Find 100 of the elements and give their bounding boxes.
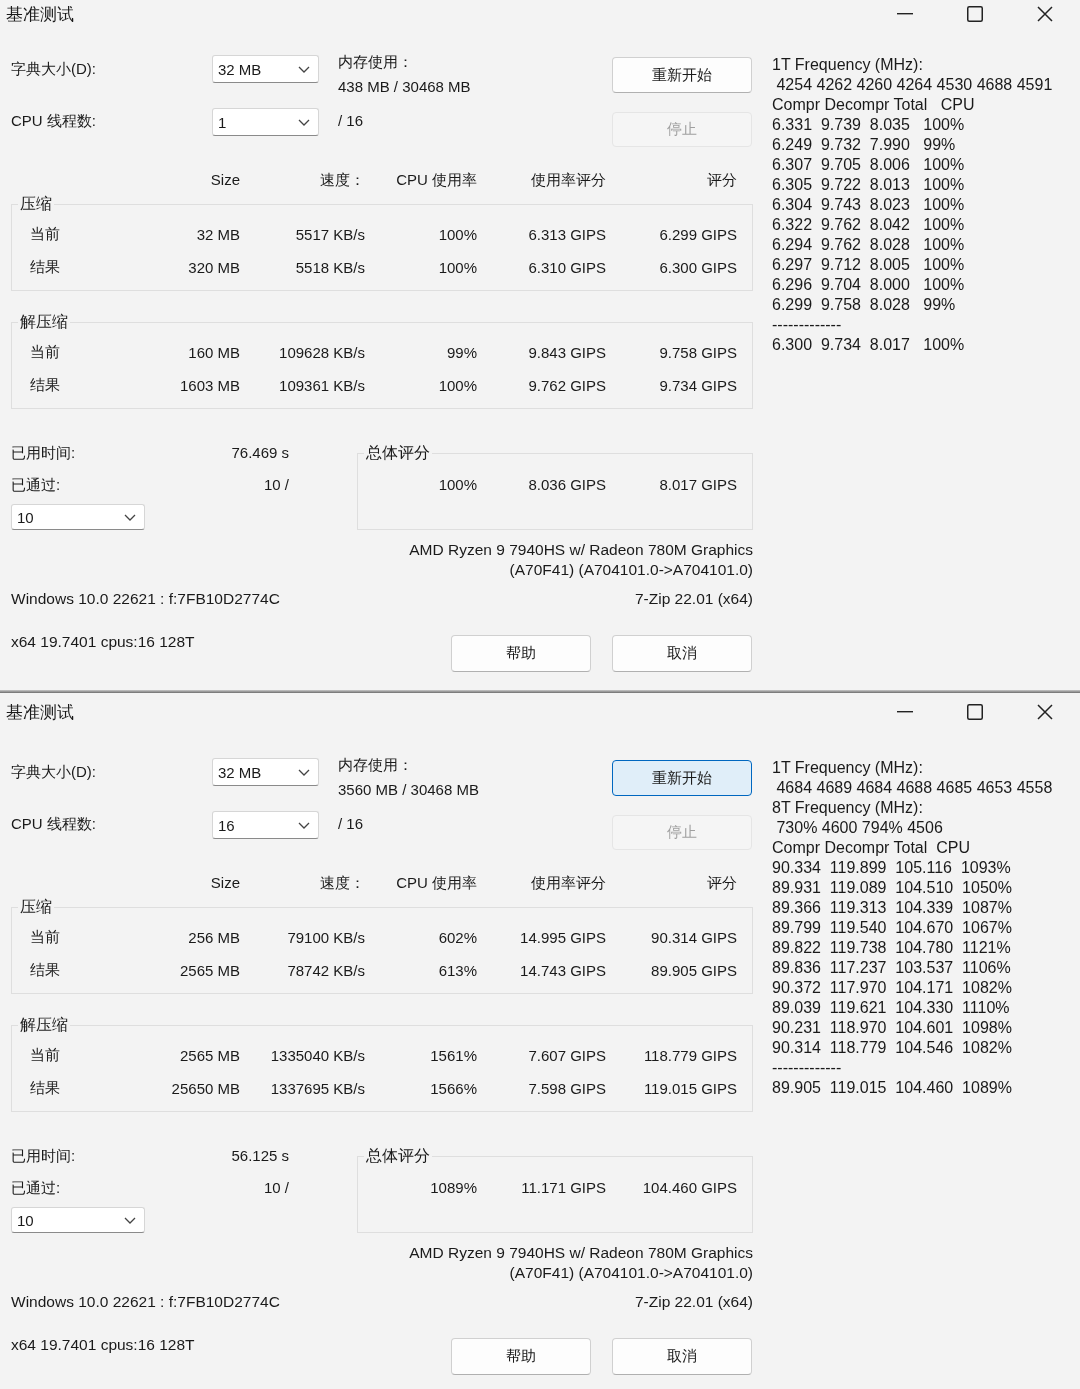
restart-button[interactable]: 重新开始	[612, 760, 752, 796]
table-cell: 1566%	[430, 1080, 477, 1097]
table-cell: 119.015 GIPS	[643, 1080, 737, 1097]
column-header: 速度：	[319, 873, 365, 893]
total-cell: 100%	[438, 476, 477, 493]
table-cell: 32 MB	[196, 226, 240, 243]
table-cell: 100%	[438, 377, 477, 394]
threads-select[interactable]: 1	[212, 108, 319, 136]
table-cell: 25650 MB	[171, 1080, 240, 1097]
table-cell: 5518 KB/s	[295, 259, 365, 276]
table-cell: 100%	[438, 259, 477, 276]
log-line: 8T Frequency (MHz):	[772, 798, 923, 818]
table-cell: 14.995 GIPS	[520, 929, 606, 946]
group-title: 压缩	[19, 194, 53, 214]
total-cell: 8.017 GIPS	[659, 476, 737, 493]
elapsed-value: 76.469 s	[231, 443, 289, 463]
log-line: 6.297 9.712 8.005 100%	[772, 255, 965, 275]
row-label: 结果	[30, 1079, 60, 1096]
log-line: 89.836 117.237 103.537 1106%	[772, 958, 1011, 978]
threads-label: CPU 线程数:	[11, 111, 97, 131]
log-line: 6.249 9.732 7.990 99%	[772, 135, 956, 155]
column-header: 评分	[706, 873, 737, 893]
cancel-button[interactable]: 取消	[612, 635, 752, 672]
table-cell: 256 MB	[188, 929, 240, 946]
table-cell: 7.598 GIPS	[528, 1080, 606, 1097]
table-cell: 9.758 GIPS	[659, 344, 737, 361]
passed-label: 已通过:	[11, 475, 61, 495]
passed-value: 10 /	[263, 475, 289, 495]
threads-total: / 16	[338, 814, 365, 834]
log-line: 6.331 9.739 8.035 100%	[772, 115, 965, 135]
table-cell: 78742 KB/s	[287, 962, 365, 979]
log-line: 730% 4600 794% 4506	[775, 818, 943, 838]
table-cell: 320 MB	[188, 259, 240, 276]
column-header: CPU 使用率	[395, 170, 477, 190]
column-header: CPU 使用率	[395, 873, 477, 893]
log-line: 6.307 9.705 8.006 100%	[772, 155, 965, 175]
table-cell: 109628 KB/s	[279, 344, 365, 361]
threads-label: CPU 线程数:	[11, 814, 97, 834]
dictionary-select[interactable]: 32 MB	[212, 55, 319, 83]
passes-select[interactable]: 10	[11, 504, 145, 530]
table-cell: 602%	[438, 929, 477, 946]
restart-button[interactable]: 重新开始	[612, 57, 752, 93]
column-header: Size	[209, 873, 240, 893]
table-cell: 9.843 GIPS	[528, 344, 606, 361]
row-label: 当前	[30, 928, 60, 945]
help-button[interactable]: 帮助	[451, 635, 591, 672]
minimize-icon[interactable]	[897, 711, 913, 713]
total-cell: 8.036 GIPS	[528, 476, 606, 493]
caret-icon	[124, 513, 136, 521]
dictionary-label: 字典大小(D):	[11, 762, 97, 782]
log-line: 89.931 119.089 104.510 1050%	[772, 878, 1012, 898]
total-cell: 104.460 GIPS	[642, 1179, 737, 1196]
log-line: 6.294 9.762 8.028 100%	[772, 235, 965, 255]
close-icon[interactable]	[1037, 704, 1053, 720]
log-line: 1T Frequency (MHz):	[772, 758, 923, 778]
log-line: 90.372 117.970 104.171 1082%	[772, 978, 1012, 998]
close-icon[interactable]	[1037, 6, 1053, 22]
threads-select[interactable]: 16	[212, 811, 319, 839]
table-cell: 90.314 GIPS	[651, 929, 737, 946]
maximize-icon[interactable]	[967, 704, 983, 720]
row-label: 当前	[30, 1046, 60, 1063]
group-title: 压缩	[19, 897, 53, 917]
table-cell: 6.313 GIPS	[528, 226, 606, 243]
log-line: 89.822 119.738 104.780 1121%	[772, 938, 1011, 958]
group-title: 解压缩	[19, 1015, 69, 1035]
log-line: 4684 4689 4684 4688 4685 4653 4558	[775, 778, 1053, 798]
row-label: 结果	[30, 961, 60, 978]
help-button[interactable]: 帮助	[451, 1338, 591, 1375]
memory-value: 3560 MB / 30468 MB	[338, 780, 480, 800]
dictionary-select[interactable]: 32 MB	[212, 758, 319, 786]
cancel-button[interactable]: 取消	[612, 1338, 752, 1375]
cpu-name-line: (A70F41) (A704101.0->A704101.0)	[509, 1263, 753, 1283]
table-cell: 6.299 GIPS	[659, 226, 737, 243]
log-line: 1T Frequency (MHz):	[772, 55, 923, 75]
window-title: 基准测试	[5, 3, 74, 26]
table-cell: 1603 MB	[179, 377, 240, 394]
memory-label: 内存使用：	[338, 52, 414, 72]
passed-value: 10 /	[263, 1178, 289, 1198]
table-cell: 1561%	[430, 1047, 477, 1064]
elapsed-label: 已用时间:	[11, 443, 76, 463]
table-cell: 79100 KB/s	[287, 929, 365, 946]
memory-label: 内存使用：	[338, 755, 414, 775]
column-header: 评分	[706, 170, 737, 190]
minimize-icon[interactable]	[897, 13, 913, 15]
dictionary-label: 字典大小(D):	[11, 59, 97, 79]
caret-icon	[124, 1216, 136, 1224]
total-cell: 1089%	[430, 1179, 477, 1196]
threads-total: / 16	[338, 111, 365, 131]
window-title: 基准测试	[5, 701, 74, 724]
maximize-icon[interactable]	[967, 6, 983, 22]
caret-icon	[298, 821, 310, 829]
table-cell: 89.905 GIPS	[651, 962, 737, 979]
table-cell: 118.779 GIPS	[643, 1047, 737, 1064]
table-cell: 100%	[438, 226, 477, 243]
row-label: 结果	[30, 376, 60, 393]
elapsed-label: 已用时间:	[11, 1146, 76, 1166]
build-info: x64 19.7401 cpus:16 128T	[11, 1335, 196, 1355]
table-cell: 9.762 GIPS	[528, 377, 606, 394]
log-line: 4254 4262 4260 4264 4530 4688 4591	[775, 75, 1053, 95]
passes-select[interactable]: 10	[11, 1207, 145, 1233]
